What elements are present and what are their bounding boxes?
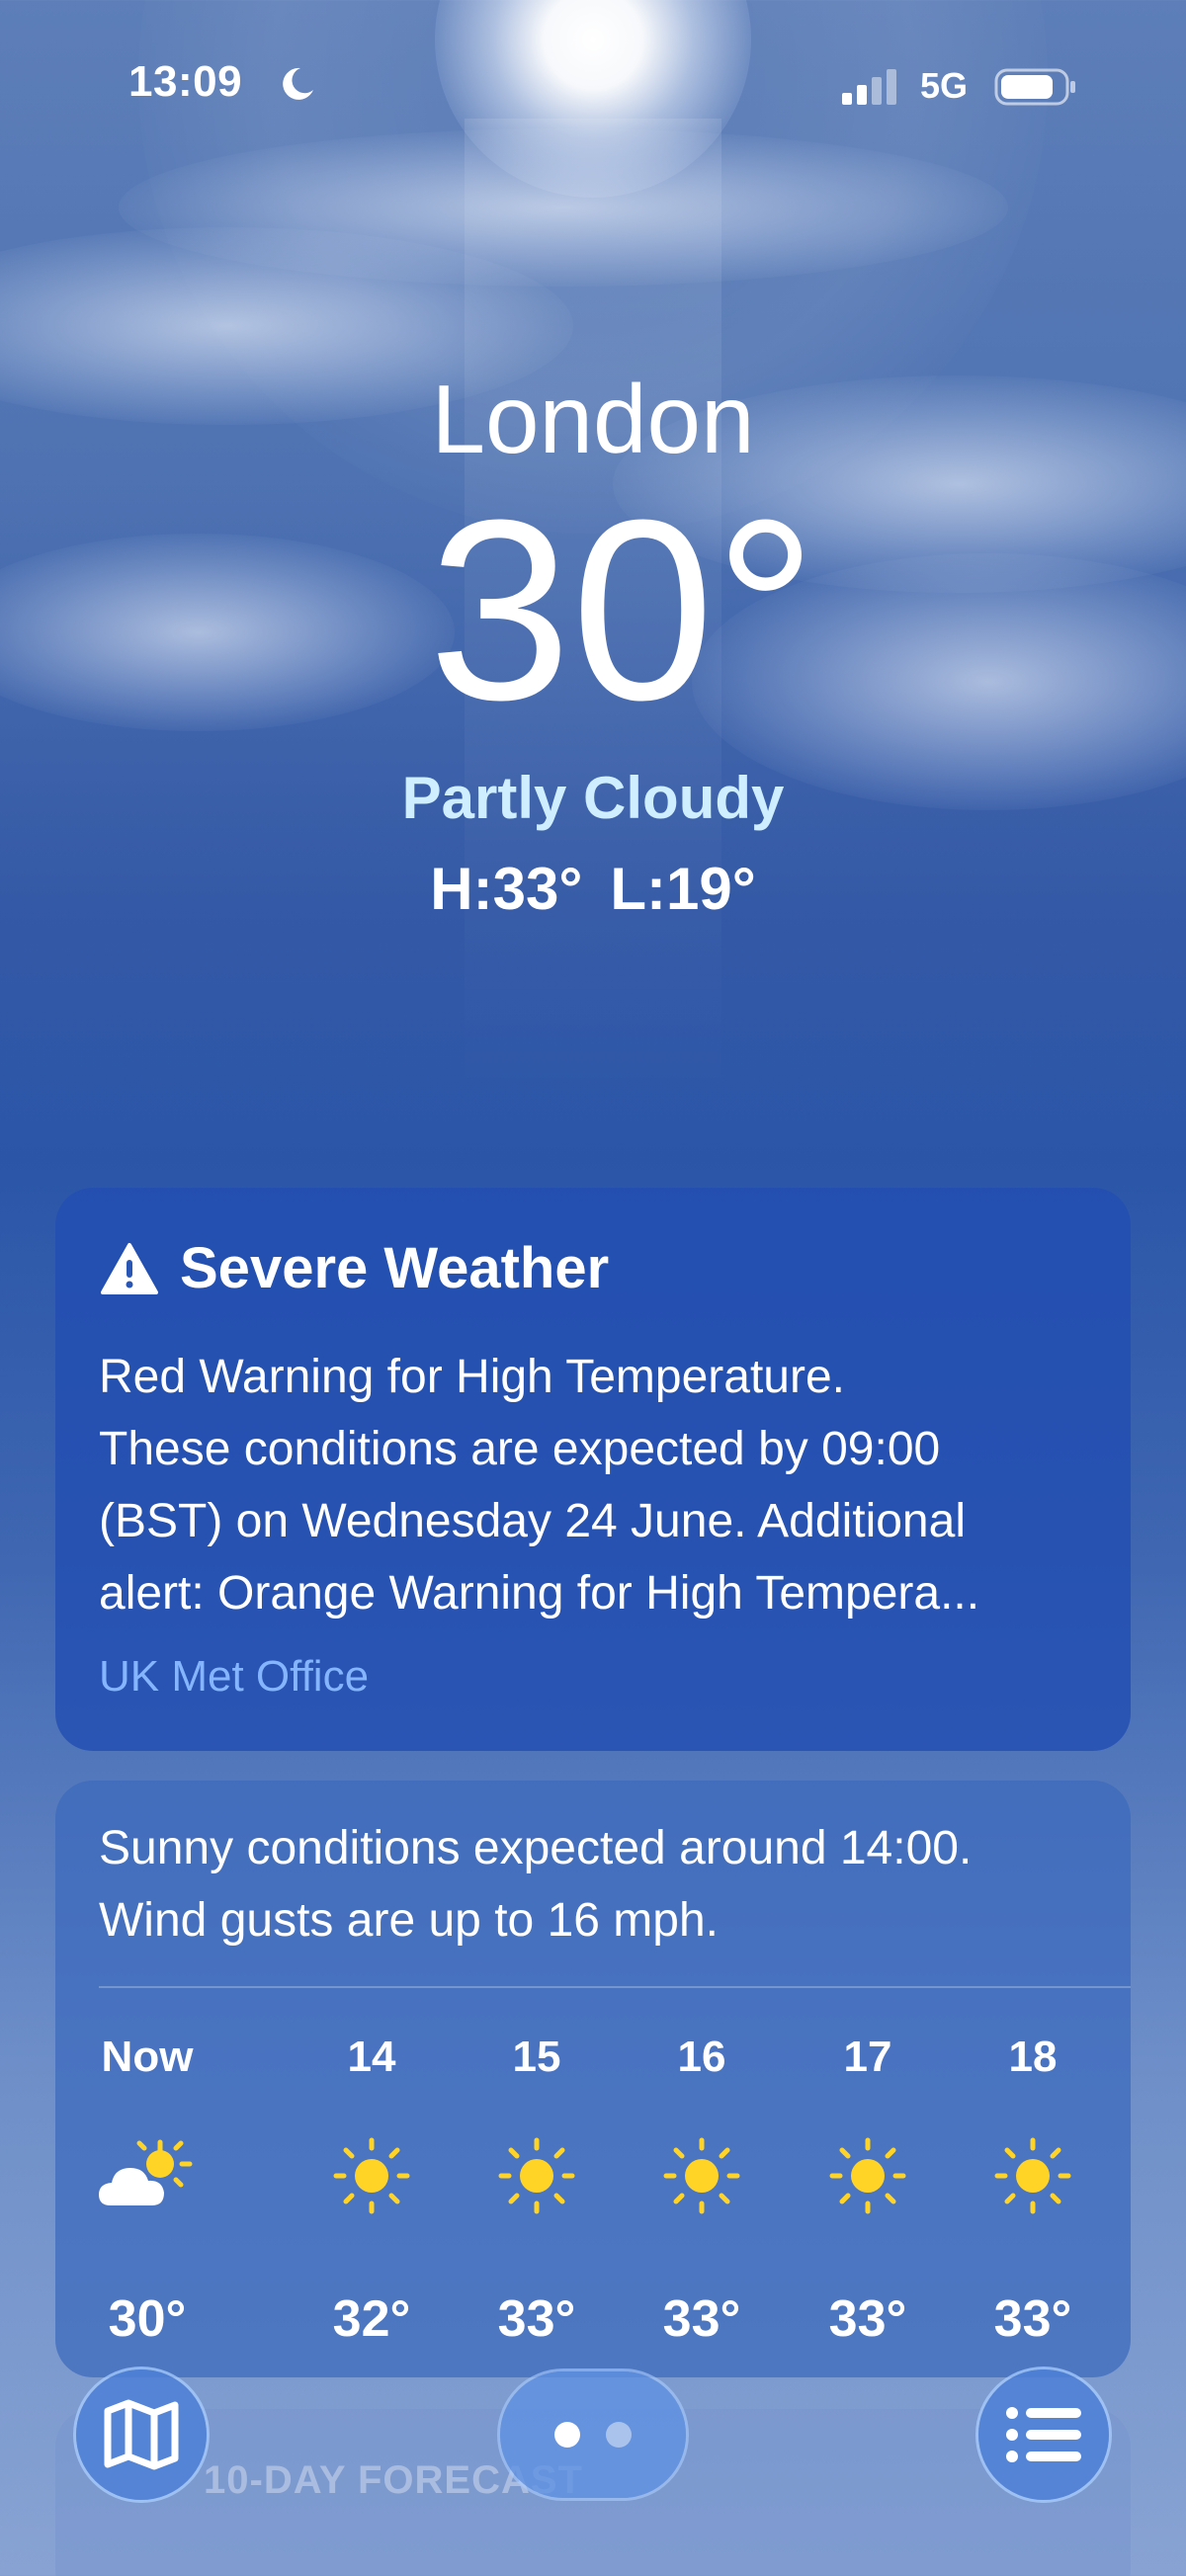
summary-line: Sunny conditions expected around 14:00. <box>99 1822 973 1874</box>
hourly-strip[interactable]: Now 30° 14 32° 15 33° 16 33° 17 33° 18 3… <box>55 2018 1131 2373</box>
city-list-button[interactable] <box>978 2369 1109 2500</box>
alert-line: alert: Orange Warning for High Tempera..… <box>99 1567 980 1620</box>
hour-temperature: 32° <box>332 2290 411 2348</box>
hourly-summary: Sunny conditions expected around 14:00. … <box>99 1812 972 1956</box>
hour-item: 15 33° <box>458 2018 616 2364</box>
list-icon <box>1006 2407 1081 2462</box>
severe-weather-title-text: Severe Weather <box>180 1236 610 1300</box>
hour-item: 18 33° <box>954 2018 1112 2364</box>
hour-temperature: 33° <box>828 2290 907 2348</box>
hour-temperature: 3 <box>1119 2255 1131 2364</box>
sun-icon <box>994 2137 1071 2214</box>
hour-label: 18 <box>1008 2033 1058 2081</box>
hourly-forecast-card[interactable]: Sunny conditions expected around 14:00. … <box>55 1781 1131 2377</box>
sun-icon <box>333 2137 410 2214</box>
high-low-temperature: H:33° L:19° <box>0 855 1186 923</box>
alert-line: (BST) on Wednesday 24 June. Additional <box>99 1495 966 1547</box>
hour-label: 14 <box>347 2033 396 2081</box>
hour-temperature: 33° <box>993 2290 1072 2348</box>
hour-label: 1 <box>1119 2018 1131 2097</box>
hour-label: 17 <box>843 2033 892 2081</box>
summary-line: Wind gusts are up to 16 mph. <box>99 1894 719 1947</box>
moon-icon <box>283 67 313 100</box>
page-indicator[interactable] <box>500 2371 686 2498</box>
severe-weather-body: Red Warning for High Temperature. These … <box>99 1341 1097 1629</box>
hour-temperature: 30° <box>108 2290 187 2348</box>
current-temperature: 30° <box>428 467 817 754</box>
hour-item: 14 32° <box>293 2018 451 2364</box>
battery-icon <box>994 68 1075 106</box>
low-temperature: L:19° <box>610 856 756 922</box>
hour-item: Now 30° <box>68 2018 226 2364</box>
alert-source-link[interactable]: UK Met Office <box>99 1652 369 1702</box>
hour-label: Now <box>101 2033 194 2081</box>
hour-label: 16 <box>677 2033 726 2081</box>
cellular-signal-icon <box>842 69 896 105</box>
hour-item: 16 33° <box>623 2018 781 2364</box>
network-type: 5G <box>920 65 969 106</box>
weather-condition: Partly Cloudy <box>401 765 785 831</box>
hour-temperature: 33° <box>662 2290 741 2348</box>
sun-icon <box>829 2137 906 2214</box>
hour-label: 15 <box>512 2033 561 2081</box>
page-dot-active[interactable] <box>554 2422 580 2448</box>
status-time: 13:09 <box>128 57 243 106</box>
severe-weather-card[interactable]: Severe Weather Red Warning for High Temp… <box>55 1188 1131 1751</box>
partly-cloudy-icon <box>99 2139 193 2205</box>
warning-triangle-icon <box>101 1242 158 1294</box>
hour-item: 1 3 <box>1119 2018 1131 2364</box>
alert-line: Red Warning for High Temperature. <box>99 1351 846 1403</box>
hour-item: 17 33° <box>789 2018 947 2364</box>
alert-line: These conditions are expected by 09:00 <box>99 1423 941 1475</box>
page-dot[interactable] <box>606 2422 632 2448</box>
severe-weather-title: Severe Weather <box>101 1235 609 1301</box>
city-name: London <box>431 365 755 473</box>
map-icon <box>104 2399 179 2470</box>
sun-icon <box>498 2137 575 2214</box>
sun-icon <box>663 2137 740 2214</box>
hour-temperature: 33° <box>497 2290 576 2348</box>
map-button[interactable] <box>76 2369 207 2500</box>
high-temperature: H:33° <box>430 856 583 922</box>
divider <box>99 1986 1131 1988</box>
